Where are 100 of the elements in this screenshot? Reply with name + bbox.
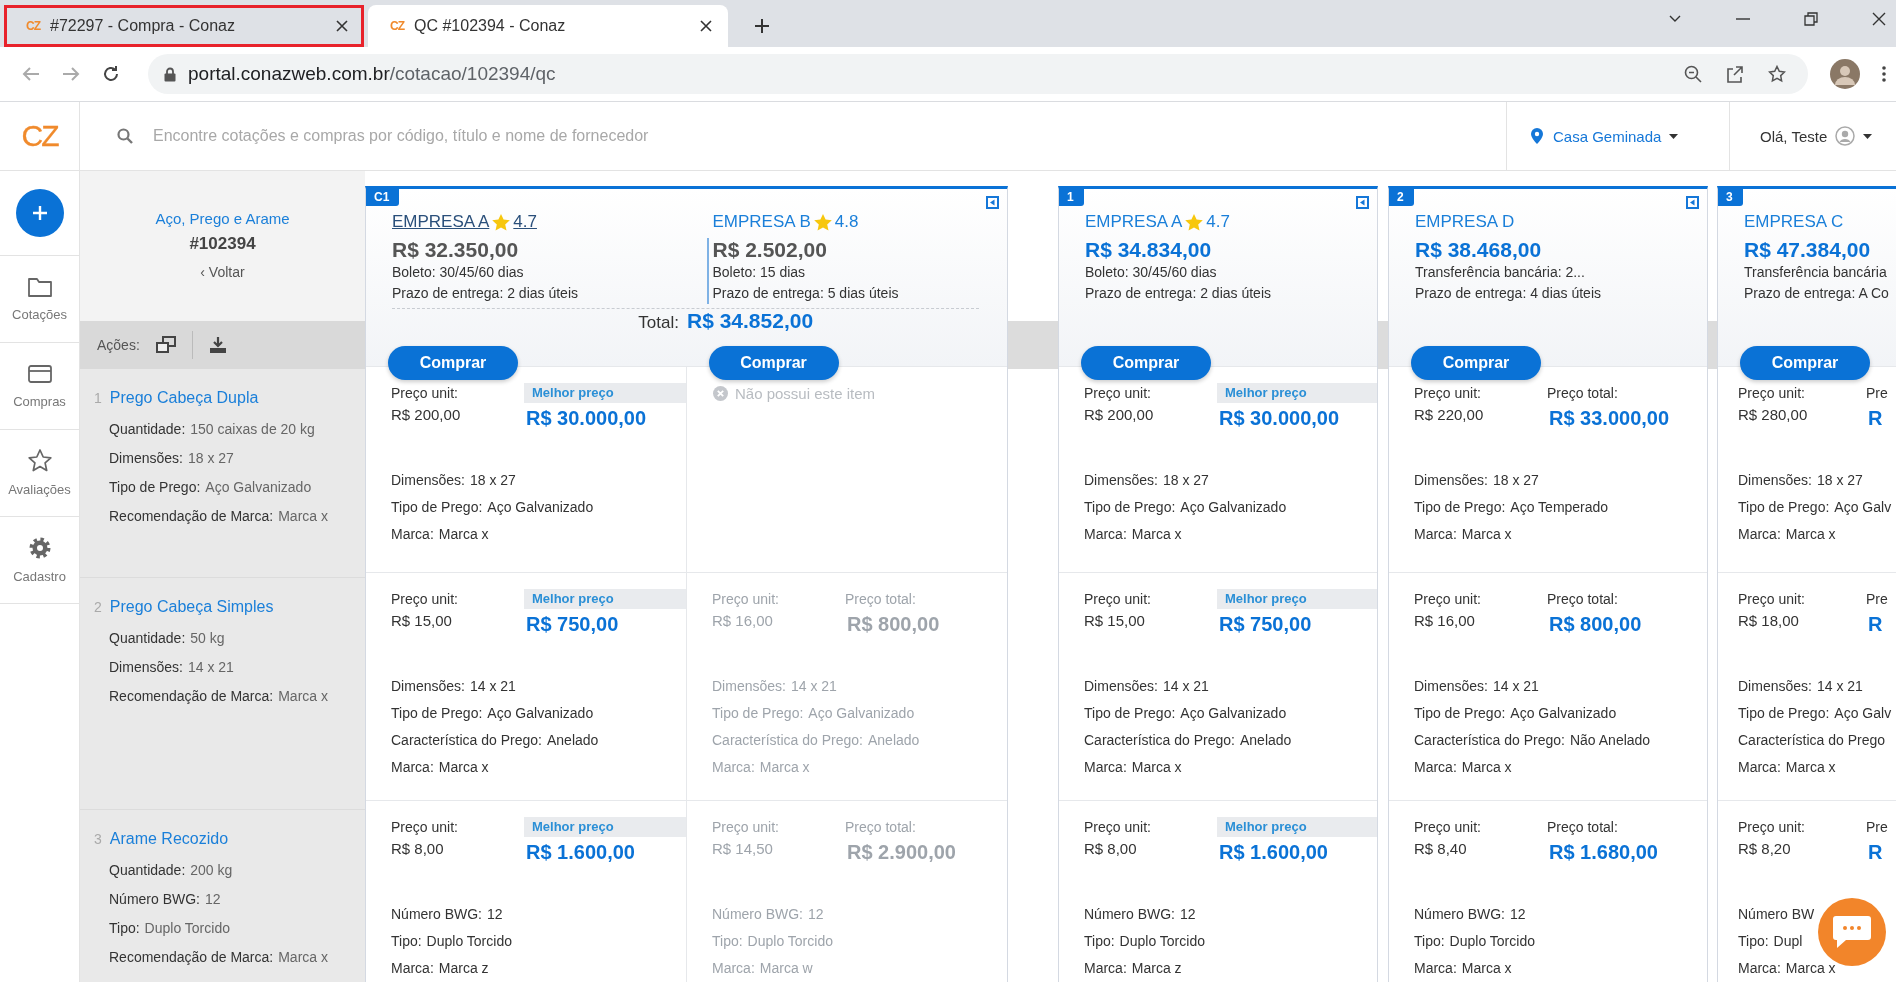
missing-item-note: Não possui este item (735, 385, 876, 403)
browser-tab[interactable]: CZ QC #102394 - Conaz (368, 5, 728, 47)
x-circle-icon (713, 386, 728, 402)
total-price: R$ 33.000,00 (1548, 407, 1671, 431)
browser-tab[interactable]: CZ #72297 - Compra - Conaz (4, 5, 364, 47)
spec-line: Marca: Marca x (391, 525, 489, 545)
supplier-name[interactable]: EMPRESA D (1415, 212, 1515, 232)
payment-terms: Transferência bancária (1744, 263, 1888, 282)
delivery-time: Prazo de entrega: 2 dias úteis (392, 284, 579, 303)
reload-icon[interactable] (102, 65, 120, 83)
spec-line: Dimensões: 14 x 21 (1414, 676, 1539, 696)
spec-line: Marca: Marca z (391, 959, 489, 978)
spec-line: Marca: Marca x (1738, 757, 1836, 777)
buy-button[interactable]: Comprar (1411, 346, 1541, 381)
supplier-price: R$ 32.350,00 (392, 238, 520, 262)
unit-price: R$ 16,00 (1414, 610, 1476, 631)
payment-terms: Boleto: 30/45/60 dias (1085, 263, 1218, 282)
item-name[interactable]: Arame Recozido (109, 830, 229, 848)
share-icon[interactable] (1726, 65, 1744, 83)
profile-avatar[interactable] (1830, 59, 1860, 89)
payment-terms: Boleto: 30/45/60 dias (392, 263, 525, 282)
supplier-name[interactable]: EMPRESA C (1744, 212, 1844, 232)
star-icon (27, 449, 52, 472)
spec-line: Marca: Marca x (391, 757, 489, 777)
supplier-name[interactable]: EMPRESA B (712, 212, 811, 232)
back-link[interactable]: ‹ Voltar (200, 264, 245, 280)
total-price: R$ 30.000,00 (1218, 407, 1341, 431)
item-name[interactable]: Prego Cabeça Dupla (109, 389, 259, 407)
spec-line: Dimensões: 18 x 27 (1414, 471, 1539, 491)
unit-price-label: Preço unit: (1738, 589, 1806, 609)
buy-button[interactable]: Comprar (1740, 346, 1870, 381)
spec-line: Tipo: Dupl (1738, 932, 1803, 951)
bookmark-star-icon[interactable] (1768, 65, 1786, 83)
collapse-icon[interactable] (1686, 196, 1699, 209)
supplier-name[interactable]: EMPRESA A (392, 212, 490, 232)
url-text: portal.conazweb.com.br/cotacao/102394/qc (188, 63, 556, 85)
card-badge: 2 (1389, 189, 1414, 206)
rating-star-icon (813, 213, 832, 231)
nav-item[interactable]: Cadastro (0, 517, 79, 604)
spec-line: Tipo de Prego: Aço Galvanizado (1414, 703, 1617, 723)
new-tab-icon[interactable] (754, 18, 770, 34)
close-icon[interactable] (1872, 12, 1886, 26)
search-field[interactable]: Encontre cotações e compras por código, título e nome de fornecedor (151, 126, 855, 146)
nav-item[interactable]: Avaliações (0, 430, 79, 517)
spec-line: Dimensões: 18 x 27 (391, 471, 516, 491)
new-button[interactable] (15, 189, 64, 237)
zoom-out-icon[interactable] (1684, 65, 1702, 83)
menu-icon[interactable] (1882, 66, 1886, 82)
buy-button[interactable]: Comprar (1081, 346, 1211, 381)
spec-line: Tipo: Duplo Torcido (391, 932, 512, 951)
total-price: R$ 34.852,00 (687, 309, 814, 333)
delivery-time: Prazo de entrega: A Co (1744, 284, 1890, 303)
download-icon[interactable] (208, 336, 227, 354)
rating-value: 4.7 (513, 212, 537, 232)
spec-line: Marca: Marca x (712, 757, 810, 777)
unit-price: R$ 14,50 (712, 839, 774, 859)
restore-icon[interactable] (1804, 12, 1818, 26)
duplicate-icon[interactable] (155, 336, 176, 354)
supplier-price: R$ 34.834,00 (1085, 238, 1213, 262)
location-pin-icon (1531, 128, 1543, 144)
card-badge: C1 (366, 189, 400, 206)
nav-item[interactable]: Cotações (0, 256, 79, 343)
buy-button[interactable]: Comprar (708, 346, 839, 381)
total-price: R$ 750,00 (1218, 612, 1313, 636)
total-price-label: Preço total: (1547, 384, 1619, 404)
chat-icon (1832, 914, 1872, 950)
collapse-icon[interactable] (986, 196, 999, 209)
total-price: R$ 1.680,00 (1548, 841, 1659, 864)
total-price: R$ 800,00 (1548, 612, 1643, 636)
spec-line: Tipo: Duplo Torcido (1414, 932, 1535, 951)
user-icon (1835, 126, 1856, 146)
best-price-badge: Melhor preço (524, 817, 686, 837)
location-dropdown[interactable]: Casa Geminada (1553, 127, 1679, 145)
spec-line: Característica do Prego: Anelado (1084, 730, 1292, 750)
collapse-icon[interactable] (1356, 196, 1369, 209)
item-spec: Tipo: Duplo Torcido (108, 919, 231, 938)
item-spec: Recomendação de Marca: Marca x (108, 948, 329, 967)
buy-button[interactable]: Comprar (388, 346, 518, 381)
plus-icon (32, 206, 47, 220)
item-spec: Recomendação de Marca: Marca x (108, 507, 329, 526)
spec-line: Tipo de Prego: Aço Temperado (1414, 498, 1609, 518)
unit-price-label: Preço unit: (1414, 818, 1482, 837)
unit-price: R$ 8,40 (1414, 839, 1468, 859)
user-menu[interactable]: Olá, Teste (1730, 126, 1896, 146)
item-spec: Quantidade: 150 caixas de 20 kg (108, 420, 316, 439)
supplier-name[interactable]: EMPRESA A (1085, 212, 1183, 232)
unit-price-label: Preço unit: (1738, 384, 1806, 404)
item-number: 2 (94, 599, 102, 615)
total-price: R$ 1.600,00 (1218, 841, 1329, 864)
quote-title[interactable]: Aço, Prego e Arame (155, 210, 290, 227)
close-icon[interactable] (336, 20, 348, 32)
item-name[interactable]: Prego Cabeça Simples (109, 598, 274, 616)
spec-line: Tipo: Duplo Torcido (1084, 932, 1205, 951)
nav-item[interactable]: Compras (0, 343, 79, 430)
logo[interactable]: CZ (21, 119, 58, 153)
delivery-time: Prazo de entrega: 2 dias úteis (1085, 284, 1272, 303)
address-bar[interactable]: portal.conazweb.com.br/cotacao/102394/qc (148, 54, 1808, 94)
unit-price-label: Preço unit: (1414, 589, 1482, 609)
spec-line: Tipo de Prego: Aço Galvanizado (391, 498, 594, 518)
close-icon[interactable] (700, 20, 712, 32)
